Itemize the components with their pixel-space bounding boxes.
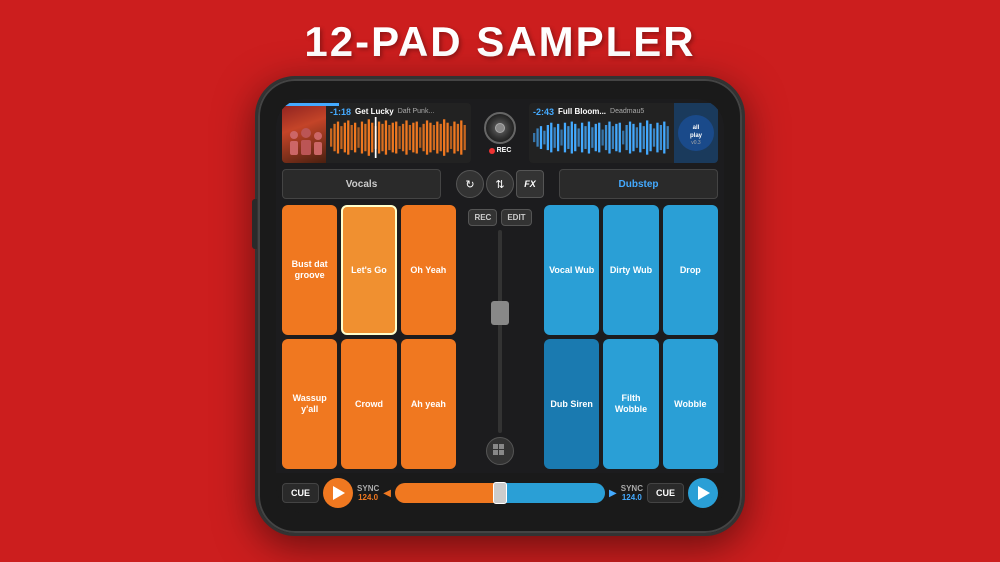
pad-left-2[interactable]: Let's Go	[341, 205, 396, 335]
rec-dot	[489, 148, 495, 154]
fx-label: FX	[524, 179, 536, 189]
phone-screen: -1:18 Get Lucky Daft Punk...	[276, 99, 724, 513]
crossfader-fill-left	[395, 483, 500, 503]
sync-label-right: SYNC	[621, 484, 643, 493]
pad-right-1[interactable]: Vocal Wub	[544, 205, 599, 335]
cue-btn-right[interactable]: CUE	[647, 483, 684, 503]
rec-edit-row: REC EDIT	[468, 209, 531, 226]
play-icon-right	[698, 486, 710, 500]
eq-icon-btn[interactable]: ⇅	[486, 170, 514, 198]
eq-icon: ⇅	[495, 178, 504, 191]
pad-left-6[interactable]: Ah yeah	[401, 339, 456, 469]
vinyl-button[interactable]	[484, 112, 516, 144]
play-btn-right[interactable]	[688, 478, 718, 508]
pad-right-5[interactable]: Filth Wobble	[603, 339, 658, 469]
pads-area: Bust dat groove Let's Go Oh Yeah Wassup …	[276, 201, 724, 473]
grid-btn[interactable]	[486, 437, 514, 465]
pad-left-5[interactable]: Crowd	[341, 339, 396, 469]
right-track-artist: Deadmau5	[610, 108, 644, 115]
crossfader-fill-right	[500, 483, 605, 503]
svg-text:play: play	[690, 133, 703, 139]
pad-right-2[interactable]: Dirty Wub	[603, 205, 658, 335]
cue-btn-left[interactable]: CUE	[282, 483, 319, 503]
pad-right-3[interactable]: Drop	[663, 205, 718, 335]
arrow-right-icon: ▶	[609, 488, 617, 499]
sync-area-right: SYNC 124.0	[621, 484, 643, 502]
crossfader-thumb[interactable]	[493, 482, 507, 504]
sync-area-left: SYNC 124.0	[357, 484, 379, 502]
sync-icon: ↻	[465, 178, 474, 191]
svg-text:v0.3: v0.3	[691, 140, 701, 146]
deck-labels-row: Vocals ↻ ⇅ FX Dubstep	[276, 167, 724, 201]
rec-indicator: REC	[489, 147, 512, 154]
pads-left: Bust dat groove Let's Go Oh Yeah Wassup …	[282, 205, 456, 469]
vertical-crossfader[interactable]	[498, 230, 502, 433]
sync-label-left: SYNC	[357, 484, 379, 493]
phone-shell: -1:18 Get Lucky Daft Punk...	[255, 76, 745, 536]
rec-btn[interactable]: REC	[468, 209, 497, 226]
play-icon-left	[333, 486, 345, 500]
pad-right-6[interactable]: Wobble	[663, 339, 718, 469]
track-info-left: -1:18 Get Lucky Daft Punk...	[326, 103, 471, 163]
top-bar: -1:18 Get Lucky Daft Punk...	[276, 99, 724, 167]
left-track-artist: Daft Punk...	[398, 108, 435, 115]
edit-btn[interactable]: EDIT	[501, 209, 531, 226]
crossfader-knob[interactable]	[491, 301, 509, 325]
pads-right: Vocal Wub Dirty Wub Drop Dub Siren Filth…	[544, 205, 718, 469]
album-art-left	[282, 103, 326, 163]
sync-bpm-right: 124.0	[622, 493, 642, 502]
deck-center-icons: ↻ ⇅ FX	[445, 170, 555, 198]
left-track-name: Get Lucky	[355, 107, 394, 116]
pad-right-4[interactable]: Dub Siren	[544, 339, 599, 469]
bottom-bar: CUE SYNC 124.0 ◀ ▶ SYNC	[276, 473, 724, 513]
deck-right-label[interactable]: Dubstep	[559, 169, 718, 199]
center-area: REC EDIT	[460, 205, 540, 469]
crossfader-bar[interactable]	[395, 483, 605, 503]
right-track-time: -2:43	[533, 107, 554, 117]
arrow-left-icon: ◀	[383, 488, 391, 499]
fx-btn[interactable]: FX	[516, 170, 544, 198]
track-info-right: -2:43 Full Bloom... Deadmau5	[529, 103, 674, 163]
right-track-name: Full Bloom...	[558, 107, 606, 116]
phone-wrapper: -1:18 Get Lucky Daft Punk...	[255, 76, 745, 536]
svg-text:all: all	[693, 125, 700, 131]
track-right: -2:43 Full Bloom... Deadmau5	[529, 103, 718, 163]
pad-left-1[interactable]: Bust dat groove	[282, 205, 337, 335]
rec-label: REC	[497, 147, 512, 154]
sync-bpm-left: 124.0	[358, 493, 378, 502]
left-track-time: -1:18	[330, 107, 351, 117]
track-left: -1:18 Get Lucky Daft Punk...	[282, 103, 471, 163]
play-btn-left[interactable]	[323, 478, 353, 508]
pad-left-3[interactable]: Oh Yeah	[401, 205, 456, 335]
page-title: 12-PAD SAMPLER	[304, 18, 695, 66]
center-vinyl-area: REC	[475, 112, 525, 154]
deck-left-label[interactable]: Vocals	[282, 169, 441, 199]
pad-left-4[interactable]: Wassup y'all	[282, 339, 337, 469]
album-art-right: all play v0.3	[674, 103, 718, 163]
sync-icon-btn[interactable]: ↻	[456, 170, 484, 198]
